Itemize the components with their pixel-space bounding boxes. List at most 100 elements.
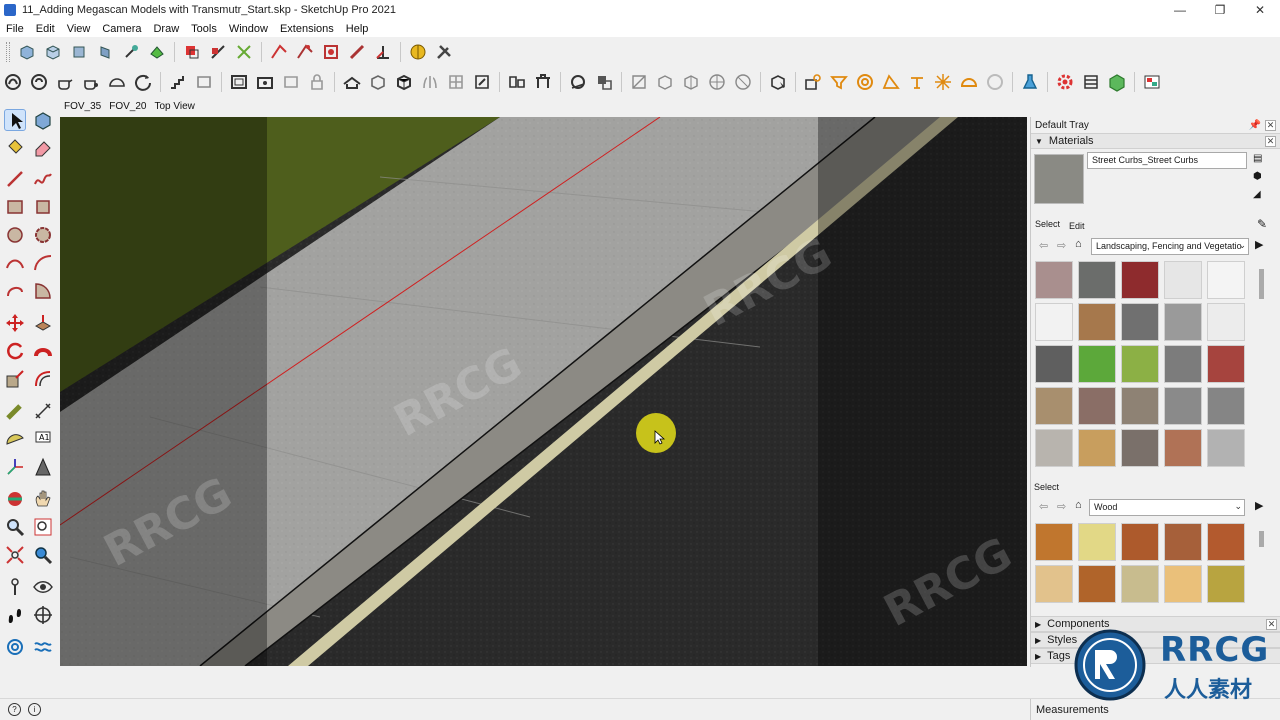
rectangle-icon[interactable] — [4, 196, 26, 218]
plugin-panel-icon[interactable] — [193, 71, 215, 93]
swatch[interactable] — [1121, 387, 1159, 425]
tab-select[interactable]: Select — [1035, 219, 1060, 229]
select-tool-icon[interactable] — [4, 109, 26, 131]
swatch[interactable] — [1078, 261, 1116, 299]
plugin-grass-icon[interactable] — [419, 71, 441, 93]
plugin-slice-icon[interactable] — [628, 71, 650, 93]
toolbar-grip[interactable] — [6, 42, 10, 62]
swatch[interactable] — [1164, 429, 1202, 467]
plugin-window-icon[interactable] — [280, 71, 302, 93]
swatch[interactable] — [1207, 429, 1245, 467]
iso-view-icon[interactable] — [16, 41, 38, 63]
swatch[interactable] — [1078, 387, 1116, 425]
plugin-sphere2-icon[interactable] — [732, 71, 754, 93]
zoom-extents-icon[interactable] — [4, 544, 26, 566]
tray-close-icon[interactable]: ✕ — [1265, 119, 1276, 131]
plugin-roof-icon[interactable] — [341, 71, 363, 93]
minimize-button[interactable]: — — [1160, 0, 1200, 20]
rotate-icon[interactable] — [4, 340, 26, 362]
polygon-icon[interactable] — [32, 224, 54, 246]
extension-tools-icon[interactable] — [433, 41, 455, 63]
plugin-rotate-icon[interactable] — [132, 71, 154, 93]
eyedropper-icon[interactable]: ✎ — [1257, 217, 1267, 231]
scene-tab-fov20[interactable]: FOV_20 — [105, 101, 150, 112]
scrollbar[interactable] — [1259, 269, 1264, 299]
swatch[interactable] — [1207, 565, 1245, 603]
tab-edit[interactable]: Edit — [1069, 221, 1085, 231]
swatch[interactable] — [1121, 429, 1159, 467]
section-plane-icon[interactable] — [372, 41, 394, 63]
swatch[interactable] — [1207, 523, 1245, 561]
plugin-flask-icon[interactable] — [1019, 71, 1041, 93]
plugin-color-icon[interactable] — [1141, 71, 1163, 93]
protractor-icon[interactable] — [4, 428, 26, 450]
swatch[interactable] — [1121, 523, 1159, 561]
model-viewport[interactable]: RRCG RRCG RRCG RRCG — [60, 117, 1027, 666]
swatch[interactable] — [1207, 261, 1245, 299]
menu-extensions[interactable]: Extensions — [274, 23, 340, 35]
paint-bucket-icon[interactable] — [4, 136, 26, 158]
position-camera-icon[interactable] — [4, 576, 26, 598]
make-component-icon[interactable] — [32, 109, 54, 131]
freehand-icon[interactable] — [32, 168, 54, 190]
details-arrow-icon[interactable]: ▶ — [1255, 238, 1263, 251]
plugin-gear-box-icon[interactable] — [802, 71, 824, 93]
swatch[interactable] — [1164, 261, 1202, 299]
shaded-icon[interactable] — [294, 41, 316, 63]
right-view-icon[interactable] — [94, 41, 116, 63]
plugin-teapot-icon[interactable] — [54, 71, 76, 93]
two-point-arc-icon[interactable] — [32, 252, 54, 274]
plugin-table-icon[interactable] — [532, 71, 554, 93]
three-point-arc-icon[interactable] — [4, 280, 26, 302]
3d-text-icon[interactable] — [32, 456, 54, 478]
instructor-icon[interactable]: ? — [8, 703, 21, 716]
swatch[interactable] — [1035, 429, 1073, 467]
monochrome-icon[interactable] — [346, 41, 368, 63]
menu-window[interactable]: Window — [223, 23, 274, 35]
swatch[interactable] — [1164, 303, 1202, 341]
rotated-rectangle-icon[interactable] — [32, 196, 54, 218]
menu-tools[interactable]: Tools — [185, 23, 223, 35]
previous-view-icon[interactable] — [32, 544, 54, 566]
info-icon[interactable]: i — [28, 703, 41, 716]
tape-measure-icon[interactable] — [4, 400, 26, 422]
zoom-window-icon[interactable] — [32, 516, 54, 538]
materials-panel-header[interactable]: ▼ Materials ✕ — [1031, 133, 1280, 149]
swatch[interactable] — [1035, 303, 1073, 341]
plugin-burst-icon[interactable] — [932, 71, 954, 93]
back-arrow-icon[interactable]: ⇦ — [1039, 500, 1048, 513]
swatch[interactable] — [1121, 565, 1159, 603]
swatch[interactable] — [1078, 565, 1116, 603]
plugin-dome-icon[interactable] — [106, 71, 128, 93]
plugin-cog-icon[interactable] — [1054, 71, 1076, 93]
plugin-shapes-icon[interactable] — [506, 71, 528, 93]
front-view-icon[interactable] — [68, 41, 90, 63]
plugin-component-cursor-icon[interactable] — [767, 71, 789, 93]
plugin-edit-icon[interactable] — [471, 71, 493, 93]
hidden-line-icon[interactable] — [268, 41, 290, 63]
left-view-icon[interactable] — [146, 41, 168, 63]
back-edges-icon[interactable] — [207, 41, 229, 63]
back-view-icon[interactable] — [120, 41, 142, 63]
menu-view[interactable]: View — [61, 23, 97, 35]
geo-location-icon[interactable] — [407, 41, 429, 63]
look-around-icon[interactable] — [32, 576, 54, 598]
swatch[interactable] — [1121, 261, 1159, 299]
pin-icon[interactable]: 📌 — [1249, 120, 1261, 131]
plugin-globe-icon[interactable] — [567, 71, 589, 93]
zoom-icon[interactable] — [4, 516, 26, 538]
dimension-icon[interactable] — [32, 400, 54, 422]
material-name-field[interactable]: Street Curbs_Street Curbs — [1087, 152, 1247, 169]
circle-icon[interactable] — [4, 224, 26, 246]
plugin-cube-icon[interactable] — [367, 71, 389, 93]
menu-camera[interactable]: Camera — [96, 23, 147, 35]
plugin-box-outline-icon[interactable] — [654, 71, 676, 93]
scene-tab-top-view[interactable]: Top View — [151, 101, 199, 112]
move-icon[interactable] — [4, 312, 26, 334]
plugin-list-icon[interactable] — [1080, 71, 1102, 93]
plugin-angle-icon[interactable] — [880, 71, 902, 93]
plugin-funnel-icon[interactable] — [828, 71, 850, 93]
push-pull-icon[interactable] — [32, 312, 54, 334]
material-3d-icon[interactable]: ⬢ — [1253, 171, 1262, 182]
maximize-button[interactable]: ❐ — [1200, 0, 1240, 20]
